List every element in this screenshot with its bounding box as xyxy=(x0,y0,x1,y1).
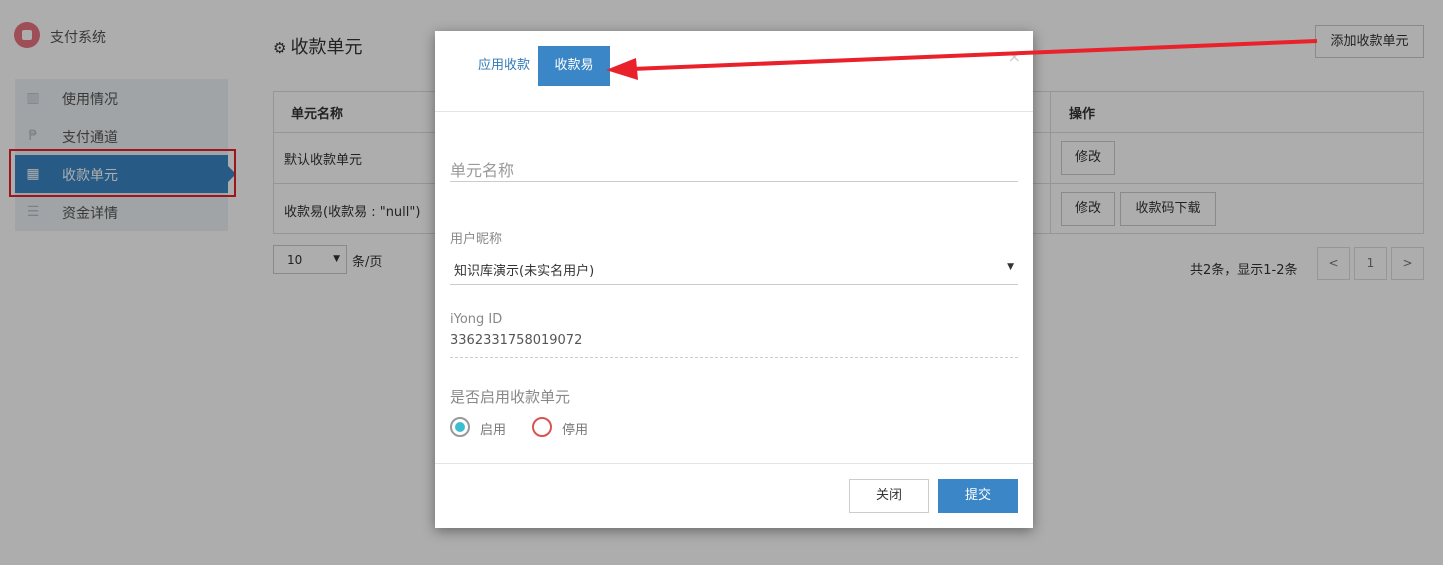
annotation-arrow-head xyxy=(606,58,638,80)
annotation-arrow xyxy=(606,39,1318,80)
annotation-arrow-line xyxy=(631,39,1318,71)
